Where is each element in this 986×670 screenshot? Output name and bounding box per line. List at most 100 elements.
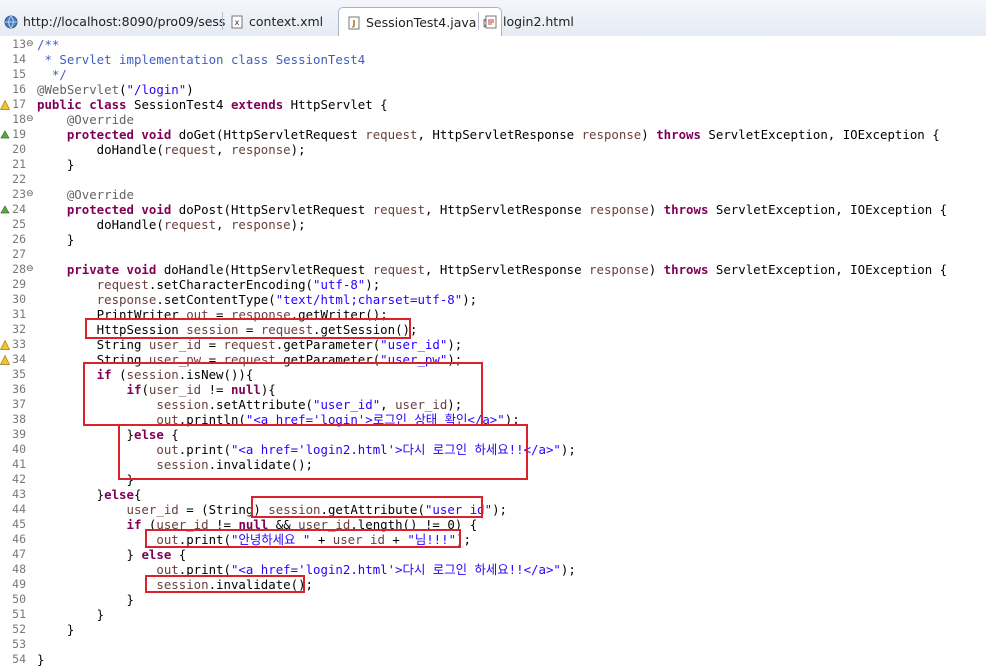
highlight-box: [85, 318, 411, 339]
code-editor[interactable]: 13 ⊖ 14 15 16 17 18 ⊖ 19 20 21 22 23 ⊖ 24 25 26 27 28 ⊖ 29 30…: [0, 36, 986, 670]
code-line[interactable]: }: [37, 622, 74, 637]
code-line[interactable]: /**: [37, 37, 59, 52]
code-token: );: [492, 502, 507, 517]
code-token: , HttpServletResponse: [424, 262, 590, 277]
code-token: , HttpServletResponse: [424, 202, 590, 217]
code-token: );: [462, 292, 478, 307]
code-token: response: [230, 217, 291, 232]
tab-label: http://localhost:8090/pro09/sess: [23, 14, 226, 29]
code-line[interactable]: } else {: [37, 547, 187, 562]
warning-icon: [0, 100, 10, 110]
code-token: .getParameter(: [275, 337, 381, 352]
code-line[interactable]: public class SessionTest4 extends HttpSe…: [37, 97, 388, 112]
line-number: 43: [12, 487, 26, 501]
code-line[interactable]: doHandle(request, response);: [37, 217, 306, 232]
tab-separator: [222, 12, 223, 30]
code-token: .setCharacterEncoding(: [148, 277, 314, 292]
code-token: ServletException, IOException {: [715, 202, 948, 217]
code-token: "text/html;charset=utf-8": [275, 292, 463, 307]
code-token: doGet(HttpServletRequest: [178, 127, 366, 142]
line-number: 47: [12, 547, 26, 561]
code-line[interactable]: request.setCharacterEncoding("utf-8");: [37, 277, 381, 292]
highlight-box: [251, 496, 483, 518]
code-token: (: [119, 82, 127, 97]
code-line[interactable]: }else{: [37, 487, 142, 502]
code-token: doPost(HttpServletRequest: [178, 202, 373, 217]
fold-toggle-icon[interactable]: ⊖: [26, 112, 34, 127]
code-line[interactable]: }: [37, 232, 74, 247]
code-line[interactable]: protected void doPost(HttpServletRequest…: [37, 202, 947, 217]
override-icon: [0, 130, 10, 139]
code-token: request: [163, 142, 217, 157]
code-token: */: [37, 67, 67, 82]
tab-browser[interactable]: http://localhost:8090/pro09/sess: [4, 8, 225, 35]
code-token: request: [372, 262, 425, 277]
code-line[interactable]: doHandle(request, response);: [37, 142, 306, 157]
line-number: 49: [12, 577, 26, 591]
code-token: doHandle(HttpServletRequest: [163, 262, 373, 277]
code-line[interactable]: }: [37, 607, 104, 622]
code-token: "/login": [126, 82, 187, 97]
line-number: 27: [12, 247, 26, 261]
code-line[interactable]: response.setContentType("text/html;chars…: [37, 292, 477, 307]
line-number: 39: [12, 427, 26, 441]
code-token: String: [37, 337, 149, 352]
editor-tab-bar: http://localhost:8090/pro09/sess x conte…: [0, 0, 986, 37]
highlight-box: [118, 424, 528, 480]
code-token: );: [365, 277, 381, 292]
fold-toggle-icon[interactable]: ⊖: [26, 187, 34, 202]
line-number: 45: [12, 517, 26, 531]
code-token: ,: [216, 142, 231, 157]
code-token: }: [37, 607, 105, 622]
code-token: request: [223, 337, 276, 352]
code-token: private void: [37, 262, 164, 277]
code-line[interactable]: * Servlet implementation class SessionTe…: [37, 52, 365, 67]
code-token: }: [37, 157, 75, 172]
code-token: request: [37, 277, 149, 292]
warning-icon: [0, 340, 10, 350]
code-token: else: [104, 487, 134, 502]
warning-icon: [0, 355, 10, 365]
code-line[interactable]: out.print("<a href='login2.html'>다시 로그인 …: [37, 562, 575, 577]
code-token: else: [141, 547, 179, 562]
line-number: 25: [12, 217, 26, 231]
line-number: 40: [12, 442, 26, 456]
code-line[interactable]: }: [37, 592, 134, 607]
code-line[interactable]: protected void doGet(HttpServletRequest …: [37, 127, 940, 142]
tab-login2-html[interactable]: login2.html: [484, 8, 574, 35]
highlight-box: [83, 362, 483, 426]
code-line[interactable]: @Override: [37, 187, 134, 202]
code-line[interactable]: */: [37, 67, 67, 82]
code-line[interactable]: @Override: [37, 112, 134, 127]
code-token: }: [37, 652, 45, 667]
fold-toggle-icon[interactable]: ⊖: [26, 262, 34, 277]
line-number: 31: [12, 307, 26, 321]
line-number: 41: [12, 457, 26, 471]
code-line[interactable]: }: [37, 652, 44, 667]
code-line[interactable]: private void doHandle(HttpServletRequest…: [37, 262, 947, 277]
line-number: 14: [12, 52, 26, 66]
line-number: 32: [12, 322, 26, 336]
line-number: 38: [12, 412, 26, 426]
override-icon: [0, 205, 10, 214]
code-token: , HttpServletResponse: [417, 127, 582, 142]
line-number: 26: [12, 232, 26, 246]
code-token: {: [133, 487, 142, 502]
code-line[interactable]: }: [37, 157, 74, 172]
code-token: =: [201, 337, 224, 352]
code-line[interactable]: @WebServlet("/login"): [37, 82, 194, 97]
code-line[interactable]: String user_id = request.getParameter("u…: [37, 337, 463, 352]
fold-toggle-icon[interactable]: ⊖: [26, 37, 34, 52]
code-token: response: [589, 262, 649, 277]
code-token: public class: [37, 97, 134, 112]
code-token: /**: [37, 37, 60, 52]
code-token: );: [290, 142, 306, 157]
code-token: "utf-8": [313, 277, 366, 292]
code-token: }: [37, 592, 134, 607]
tab-sessiontest4-java[interactable]: J SessionTest4.java ⊠: [338, 7, 502, 37]
line-number: 46: [12, 532, 26, 546]
tab-context-xml[interactable]: x context.xml: [230, 8, 323, 35]
code-token: ): [641, 127, 657, 142]
code-token: SessionTest4: [133, 97, 231, 112]
highlight-box: [145, 529, 461, 548]
